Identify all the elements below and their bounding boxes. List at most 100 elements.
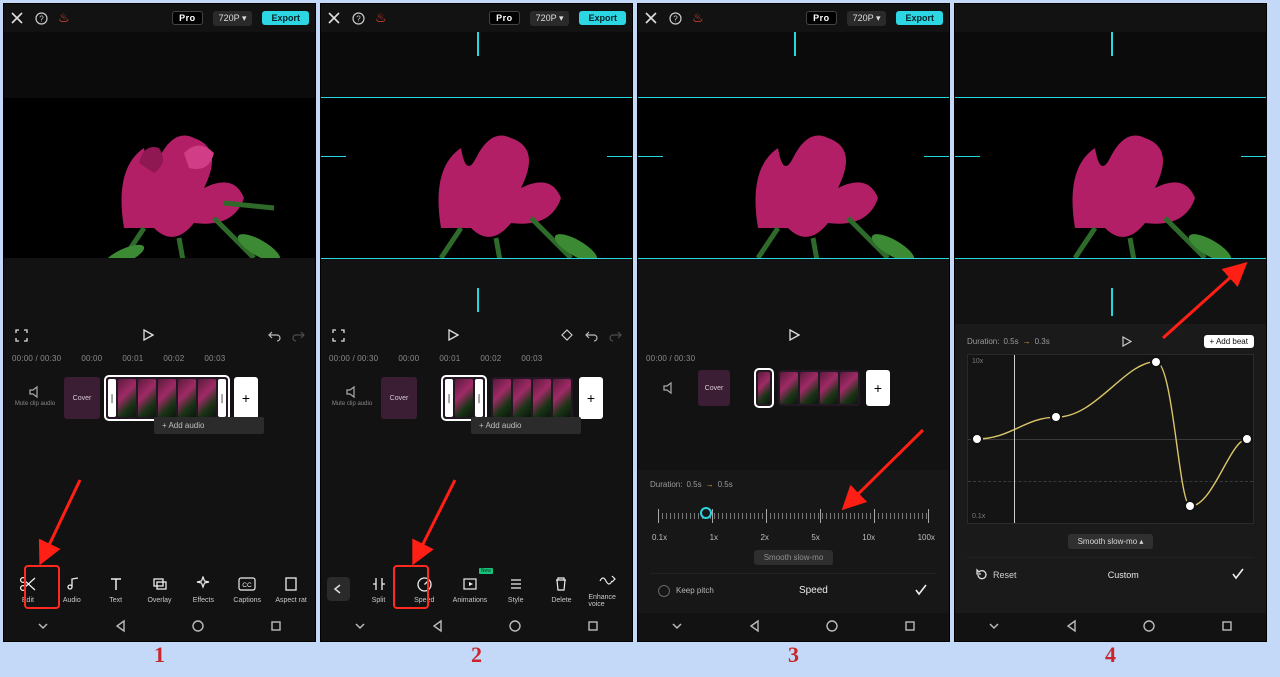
add-beat-button[interactable]: + Add beat <box>1204 335 1254 348</box>
pro-badge[interactable]: Pro <box>489 11 520 25</box>
play-icon[interactable] <box>1120 334 1134 348</box>
tool-split[interactable]: Split <box>360 574 398 604</box>
nav-recent-icon[interactable] <box>586 619 600 635</box>
clip-handle-left[interactable]: ❘ <box>108 379 116 417</box>
smooth-slowmo-pill[interactable]: Smooth slow-mo <box>754 550 834 565</box>
reset-button[interactable]: Reset <box>975 568 1017 581</box>
mute-clip-audio[interactable]: Mute clip audio <box>329 385 375 407</box>
timeline[interactable]: Cover + <box>638 365 949 411</box>
resolution-select[interactable]: 720P ▾ <box>213 11 253 26</box>
video-preview[interactable] <box>955 98 1266 258</box>
tool-text[interactable]: Text <box>98 574 134 604</box>
curve-node[interactable] <box>1050 411 1062 423</box>
nav-dropdown-icon[interactable] <box>353 619 367 635</box>
slider-knob[interactable] <box>700 507 712 519</box>
nav-back-icon[interactable] <box>114 619 128 635</box>
fullscreen-icon[interactable] <box>14 328 28 342</box>
nav-dropdown-icon[interactable] <box>987 619 1001 635</box>
keep-pitch-toggle[interactable]: Keep pitch <box>658 585 714 597</box>
nav-back-icon[interactable] <box>431 619 445 635</box>
curve-node[interactable] <box>971 433 983 445</box>
pro-badge[interactable]: Pro <box>806 11 837 25</box>
confirm-check-icon[interactable] <box>1230 566 1246 584</box>
nav-recent-icon[interactable] <box>903 619 917 635</box>
nav-dropdown-icon[interactable] <box>36 619 50 635</box>
add-audio-button[interactable]: + Add audio <box>154 417 264 434</box>
nav-home-icon[interactable] <box>508 619 522 635</box>
video-clip-selected[interactable]: ❘ ❘ <box>443 377 485 419</box>
redo-icon[interactable] <box>608 328 622 342</box>
tool-effects[interactable]: Effects <box>185 574 221 604</box>
help-icon[interactable]: ? <box>668 11 682 25</box>
nav-back-icon[interactable] <box>748 619 762 635</box>
flame-icon[interactable]: ♨ <box>375 10 387 26</box>
close-icon[interactable] <box>10 11 24 25</box>
play-icon[interactable] <box>141 328 155 342</box>
export-button[interactable]: Export <box>896 11 943 25</box>
tool-overlay[interactable]: Overlay <box>142 574 178 604</box>
tool-aspect-ratio[interactable]: Aspect rat <box>273 574 309 604</box>
nav-dropdown-icon[interactable] <box>670 619 684 635</box>
tool-captions[interactable]: CC Captions <box>229 574 265 604</box>
toolbar-back-button[interactable] <box>327 577 350 601</box>
tool-audio[interactable]: Audio <box>54 574 90 604</box>
time-ruler: 00:00 / 00:30 00:00 00:01 00:02 00:03 <box>4 352 315 365</box>
keyframe-icon[interactable] <box>560 328 574 342</box>
cover-button[interactable]: Cover <box>698 370 730 406</box>
video-clip-selected[interactable]: ❘ ❘ <box>106 377 228 419</box>
export-button[interactable]: Export <box>262 11 309 25</box>
export-button[interactable]: Export <box>579 11 626 25</box>
nav-back-icon[interactable] <box>1065 619 1079 635</box>
resolution-select[interactable]: 720P ▾ <box>847 11 887 26</box>
curve-node[interactable] <box>1184 500 1196 512</box>
cover-button[interactable]: Cover <box>64 377 100 419</box>
resolution-select[interactable]: 720P ▾ <box>530 11 570 26</box>
nav-home-icon[interactable] <box>1142 619 1156 635</box>
play-icon[interactable] <box>787 328 801 342</box>
video-preview[interactable] <box>4 98 315 258</box>
add-clip-button[interactable]: + <box>234 377 258 419</box>
nav-recent-icon[interactable] <box>269 619 283 635</box>
nav-home-icon[interactable] <box>191 619 205 635</box>
curve-node[interactable] <box>1241 433 1253 445</box>
cc-icon: CC <box>237 574 257 594</box>
speed-slider[interactable] <box>652 503 935 529</box>
undo-icon[interactable] <box>584 328 598 342</box>
tool-delete[interactable]: Delete <box>543 574 581 604</box>
video-preview[interactable] <box>321 98 632 258</box>
curve-node[interactable] <box>1150 356 1162 368</box>
flame-icon[interactable]: ♨ <box>692 10 704 26</box>
video-clip-selected[interactable] <box>756 370 772 406</box>
timeline[interactable]: Mute clip audio Cover ❘ ❘ + + Add audio <box>4 365 315 455</box>
video-preview[interactable] <box>638 98 949 258</box>
tool-edit[interactable]: Edit <box>10 574 46 604</box>
clip-handle-right[interactable]: ❘ <box>218 379 226 417</box>
add-clip-button[interactable]: + <box>866 370 890 406</box>
close-icon[interactable] <box>644 11 658 25</box>
add-audio-button[interactable]: + Add audio <box>471 417 581 434</box>
help-icon[interactable]: ? <box>351 11 365 25</box>
close-icon[interactable] <box>327 11 341 25</box>
cover-button[interactable]: Cover <box>381 377 417 419</box>
add-clip-button[interactable]: + <box>579 377 603 419</box>
mute-clip-audio[interactable]: Mute clip audio <box>12 385 58 407</box>
fullscreen-icon[interactable] <box>331 328 345 342</box>
pro-badge[interactable]: Pro <box>172 11 203 25</box>
redo-icon[interactable] <box>291 328 305 342</box>
play-icon[interactable] <box>446 328 460 342</box>
tool-animations[interactable]: New Animations <box>451 574 489 604</box>
tool-enhance-voice[interactable]: Enhance voice <box>588 571 626 608</box>
speed-curve-graph[interactable]: 10x 0.1x <box>967 354 1254 524</box>
undo-icon[interactable] <box>267 328 281 342</box>
video-clip-rest[interactable] <box>778 370 860 406</box>
confirm-check-icon[interactable] <box>913 582 929 600</box>
nav-home-icon[interactable] <box>825 619 839 635</box>
tool-speed[interactable]: Speed <box>405 574 443 604</box>
help-icon[interactable]: ? <box>34 11 48 25</box>
mute-clip-audio[interactable] <box>646 381 692 395</box>
tool-style[interactable]: Style <box>497 574 535 604</box>
smooth-slowmo-select[interactable]: Smooth slow-mo ▴ <box>1068 534 1154 549</box>
nav-recent-icon[interactable] <box>1220 619 1234 635</box>
video-clip-rest[interactable] <box>491 377 573 419</box>
flame-icon[interactable]: ♨ <box>58 10 70 26</box>
